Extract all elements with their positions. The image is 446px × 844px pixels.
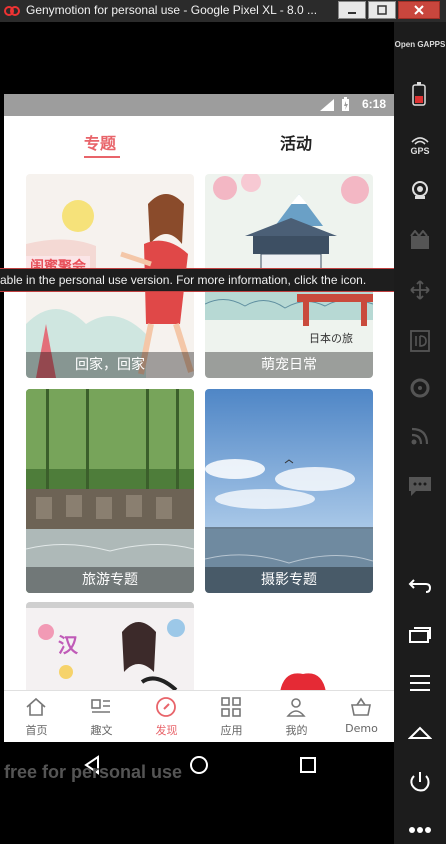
screencast-icon[interactable] xyxy=(410,230,430,250)
close-button[interactable] xyxy=(398,1,440,19)
home-icon xyxy=(26,697,46,716)
topic-card-travel[interactable]: 旅游专题 xyxy=(26,389,194,593)
rss-icon[interactable] xyxy=(410,426,430,446)
watermark-text: free for personal use xyxy=(4,762,183,782)
signal-icon xyxy=(320,99,334,111)
topic-card-flowers[interactable]: 汉 xyxy=(26,602,194,690)
device-id-icon[interactable] xyxy=(410,330,430,352)
status-bar: 6:18 xyxy=(4,94,394,116)
apps-icon xyxy=(221,697,241,717)
tab-topics[interactable]: 专题 xyxy=(84,130,116,154)
person-icon xyxy=(286,698,306,717)
gps-wifi-icon xyxy=(411,137,429,145)
nav-demo[interactable]: Demo xyxy=(329,691,394,742)
card-caption: 旅游专题 xyxy=(26,567,194,593)
android-screen: 6:18 专题 活动 闺蜜聚会 回家，回家 日本の旅 萌宠日常 旅游专题 摄影专… xyxy=(4,94,394,742)
tab-underline xyxy=(84,156,120,158)
more-options-icon[interactable] xyxy=(408,826,432,834)
webcam-icon[interactable] xyxy=(410,180,430,200)
article-icon xyxy=(91,699,110,713)
nav-mine[interactable]: 我的 xyxy=(264,691,329,742)
compass-icon xyxy=(156,697,176,717)
nav-label: 发现 xyxy=(155,724,178,737)
minimize-button[interactable] xyxy=(338,1,366,19)
gps-button[interactable]: GPS xyxy=(394,134,446,156)
nav-label: Demo xyxy=(345,722,378,735)
category-tabs: 专题 活动 xyxy=(4,116,394,164)
nav-home[interactable]: 首页 xyxy=(4,691,69,742)
sms-icon[interactable] xyxy=(408,476,432,498)
gps-label: GPS xyxy=(410,146,430,156)
girl-flowers-image: 汉 xyxy=(26,602,194,690)
maximize-icon xyxy=(377,5,387,15)
power-icon[interactable] xyxy=(408,770,432,794)
menu-icon[interactable] xyxy=(408,674,432,692)
sky-sea-image xyxy=(205,389,373,593)
card-caption: 摄影专题 xyxy=(205,567,373,593)
card-caption: 回家，回家 xyxy=(26,352,194,378)
bamboo-stream-image xyxy=(26,389,194,593)
card2-banner-text: 日本の旅 xyxy=(309,331,353,345)
window-controls xyxy=(338,1,440,19)
nav-discover[interactable]: 发现 xyxy=(134,691,199,742)
nav-label: 首页 xyxy=(25,724,48,737)
personal-use-toast[interactable]: able in the personal use version. For mo… xyxy=(0,268,394,292)
move-arrows-icon[interactable] xyxy=(410,280,430,300)
bottom-navigation: 首页 趣文 发现 应用 我的 Demo xyxy=(4,690,394,742)
genymotion-logo-icon xyxy=(4,6,20,16)
nav-apps[interactable]: 应用 xyxy=(199,691,264,742)
status-time: 6:18 xyxy=(361,97,386,111)
basket-icon xyxy=(351,697,371,716)
minimize-icon xyxy=(348,12,356,14)
topic-card-photography[interactable]: 摄影专题 xyxy=(205,389,373,593)
disk-icon[interactable] xyxy=(410,378,430,398)
battery-icon xyxy=(342,97,349,111)
window-title-bar: Genymotion for personal use - Google Pix… xyxy=(0,0,446,22)
battery-widget-icon[interactable] xyxy=(412,82,426,106)
android-recent-apps-icon[interactable] xyxy=(408,626,432,644)
home-circle-icon[interactable] xyxy=(189,755,209,775)
nav-label: 应用 xyxy=(220,724,243,737)
android-home-icon[interactable] xyxy=(408,724,432,742)
window-title: Genymotion for personal use - Google Pix… xyxy=(26,3,318,17)
close-icon xyxy=(414,5,424,15)
floating-heart-icon xyxy=(280,673,326,692)
maximize-button[interactable] xyxy=(368,1,396,19)
android-back-icon[interactable] xyxy=(408,576,432,594)
opengapps-button[interactable]: Open GAPPS xyxy=(394,40,446,49)
nav-label: 我的 xyxy=(285,724,308,737)
genymotion-toolbar: Open GAPPS GPS xyxy=(394,22,446,844)
tab-activities[interactable]: 活动 xyxy=(280,130,312,154)
svg-text:汉: 汉 xyxy=(58,633,79,657)
recents-icon[interactable] xyxy=(298,755,318,775)
nav-label: 趣文 xyxy=(90,724,113,737)
card-caption: 萌宠日常 xyxy=(205,352,373,378)
nav-articles[interactable]: 趣文 xyxy=(69,691,134,742)
